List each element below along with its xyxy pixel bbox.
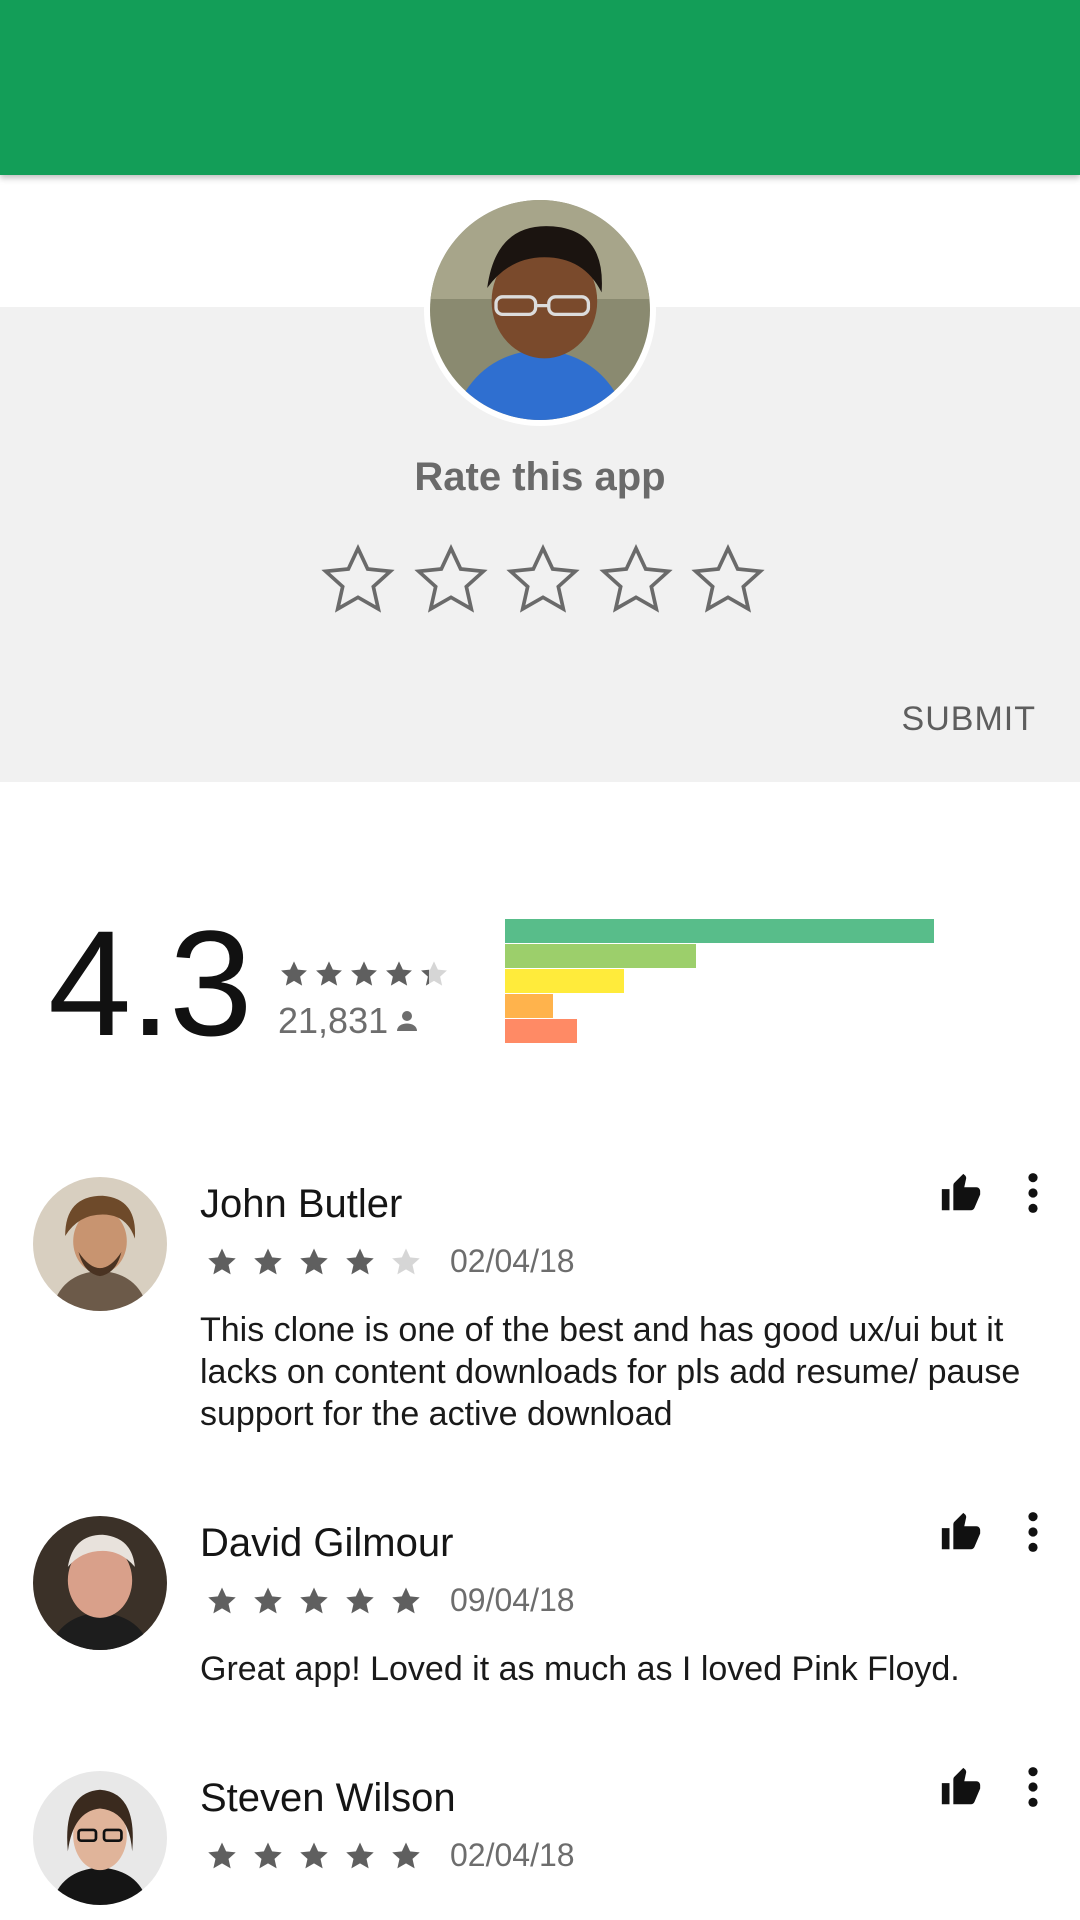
person-icon: [397, 1011, 418, 1031]
star-outline-icon: [321, 544, 395, 613]
star-filled-icon: [254, 1587, 282, 1614]
reviewer-name: David Gilmour: [200, 1521, 454, 1565]
average-rating-stars: [278, 958, 450, 990]
star-outline-icon: [598, 544, 673, 613]
star-filled-icon: [300, 1248, 328, 1275]
review-text: This clone is one of the best and has go…: [200, 1311, 1021, 1433]
star-filled-icon: [392, 1587, 420, 1614]
app-bar: [0, 0, 1080, 175]
review-date: 09/04/18: [450, 1582, 575, 1618]
reviewer-name: Steven Wilson: [200, 1776, 456, 1820]
reviewer-name: John Butler: [200, 1182, 403, 1226]
star-filled-icon: [254, 1842, 282, 1869]
review-rating: [205, 1584, 423, 1618]
star-filled-icon: [254, 1248, 282, 1275]
star-half-icon: [421, 961, 447, 986]
reviewer-avatar: [33, 1177, 167, 1311]
star-filled-icon: [281, 961, 307, 986]
star-filled-icon: [208, 1248, 236, 1275]
review-text: Great app! Loved it as much as I loved P…: [200, 1650, 960, 1688]
star-filled-icon: [316, 961, 342, 986]
more-vert-icon: [1028, 1512, 1038, 1552]
average-rating: 4.3: [48, 899, 253, 1067]
thumb-up-icon: [941, 1767, 981, 1805]
like-button[interactable]: [938, 1170, 984, 1216]
reviewer-avatar: [33, 1771, 167, 1905]
rating-bar-5: [505, 919, 934, 943]
review-rating: [205, 1839, 423, 1873]
more-vert-icon: [1028, 1767, 1038, 1807]
star-filled-icon: [300, 1842, 328, 1869]
review-rating: [205, 1245, 423, 1279]
star-filled-icon: [208, 1842, 236, 1869]
rating-input: [318, 540, 768, 620]
thumb-up-icon: [941, 1512, 981, 1550]
star-filled-icon: [346, 1248, 374, 1275]
rating-bar-1: [505, 1019, 577, 1043]
star-5-button[interactable]: [688, 540, 768, 620]
more-vert-icon: [1028, 1173, 1038, 1213]
like-button[interactable]: [938, 1764, 984, 1810]
like-button[interactable]: [938, 1509, 984, 1555]
star-filled-icon: [346, 1842, 374, 1869]
submit-button[interactable]: SUBMIT: [902, 700, 1036, 739]
rating-bar-2: [505, 994, 553, 1018]
star-outline-icon: [506, 544, 580, 613]
rating-bar-4: [505, 944, 696, 968]
more-options-button[interactable]: [1018, 1509, 1048, 1555]
rating-distribution: [505, 919, 935, 1044]
rating-count-value: 21,831: [278, 1000, 389, 1041]
star-1-button[interactable]: [318, 540, 398, 620]
more-options-button[interactable]: [1018, 1764, 1048, 1810]
star-filled-icon: [300, 1587, 328, 1614]
review-date: 02/04/18: [450, 1243, 575, 1279]
star-outline-icon: [413, 544, 488, 613]
star-filled-icon: [351, 961, 377, 986]
rating-count: 21,831: [278, 1000, 422, 1042]
thumb-up-icon: [941, 1173, 981, 1211]
star-empty-icon: [392, 1248, 420, 1275]
rate-title: Rate this app: [414, 455, 666, 499]
star-4-button[interactable]: [596, 540, 676, 620]
user-avatar: [424, 194, 656, 426]
star-outline-icon: [691, 544, 765, 613]
review-date: 02/04/18: [450, 1837, 575, 1873]
star-filled-icon: [346, 1587, 374, 1614]
star-2-button[interactable]: [411, 540, 491, 620]
reviewer-avatar: [33, 1516, 167, 1650]
more-options-button[interactable]: [1018, 1170, 1048, 1216]
star-3-button[interactable]: [503, 540, 583, 620]
star-filled-icon: [392, 1842, 420, 1869]
star-filled-icon: [386, 961, 412, 986]
rating-bar-3: [505, 969, 624, 993]
star-filled-icon: [208, 1587, 236, 1614]
